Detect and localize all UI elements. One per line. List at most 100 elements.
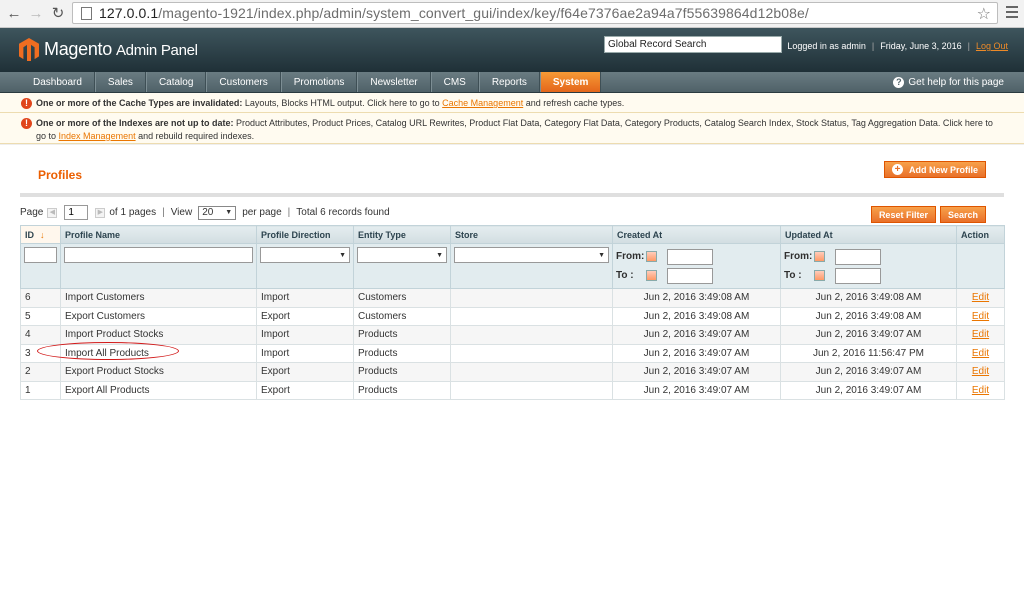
url-text[interactable]: 127.0.0.1/magento-1921/index.php/admin/s… <box>99 5 809 21</box>
total-records: Total 6 records found <box>296 207 390 218</box>
cell-id: 2 <box>20 362 61 382</box>
table-row[interactable]: 4 Import Product Stocks Import Products … <box>20 325 1005 345</box>
view-label: View <box>170 207 193 218</box>
add-new-profile-label: Add New Profile <box>908 164 978 175</box>
bookmark-star-icon[interactable]: ☆ <box>977 4 991 24</box>
reset-filter-button[interactable]: Reset Filter <box>870 206 936 223</box>
magento-logo[interactable]: Magento Admin Panel <box>19 38 198 61</box>
cell-id: 1 <box>20 380 61 400</box>
cell-profile-name: Import Product Stocks <box>60 325 257 345</box>
add-new-profile-button[interactable]: + Add New Profile <box>883 161 986 178</box>
cell-updated-at: Jun 2, 2016 11:56:47 PM <box>780 343 957 363</box>
cell-store <box>450 288 613 308</box>
table-row[interactable]: 3 Import All Products Import Products Ju… <box>20 341 1005 363</box>
page-label: Page <box>20 207 44 218</box>
updated-from-input[interactable] <box>835 248 881 265</box>
nav-sales[interactable]: Sales <box>94 72 146 92</box>
nav-cms[interactable]: CMS <box>430 72 479 92</box>
browser-toolbar: ← → ↻ 127.0.0.1/magento-1921/index.php/a… <box>0 0 1024 28</box>
user-info: Logged in as admin | Friday, June 3, 2016 |… <box>787 41 1008 51</box>
column-header-created-at[interactable]: Created At <box>612 225 781 244</box>
cell-profile-name: Export Customers <box>60 306 257 326</box>
cache-management-link[interactable]: Cache Management <box>442 98 523 108</box>
edit-link[interactable]: Edit <box>972 311 989 322</box>
edit-link[interactable]: Edit <box>972 329 989 340</box>
forward-arrow-icon[interactable]: → <box>28 5 44 23</box>
nav-catalog[interactable]: Catalog <box>145 72 207 92</box>
profile-name-text: Import All Products <box>65 347 149 359</box>
cell-store <box>450 343 613 363</box>
browser-menu-icon[interactable] <box>1006 6 1018 21</box>
cell-store <box>450 306 613 326</box>
column-header-updated-at[interactable]: Updated At <box>780 225 957 244</box>
cell-entity-type: Products <box>353 325 451 345</box>
back-arrow-icon[interactable]: ← <box>6 5 22 23</box>
search-button[interactable]: Search <box>939 206 986 223</box>
cell-entity-type: Customers <box>353 288 451 308</box>
filter-direction-select[interactable]: ▼ <box>260 247 350 263</box>
edit-link[interactable]: Edit <box>972 348 989 359</box>
filter-store-select[interactable]: ▼ <box>454 247 609 263</box>
cell-action: Edit <box>956 380 1005 400</box>
table-row[interactable]: 5 Export Customers Export Customers Jun … <box>20 306 1005 326</box>
help-link[interactable]: ? Get help for this page <box>893 72 1004 93</box>
address-bar[interactable]: 127.0.0.1/magento-1921/index.php/admin/s… <box>72 2 998 24</box>
column-header-profile-direction[interactable]: Profile Direction <box>256 225 354 244</box>
column-header-entity-type[interactable]: Entity Type <box>353 225 451 244</box>
cell-id: 5 <box>20 306 61 326</box>
table-row[interactable]: 1 Export All Products Export Products Ju… <box>20 380 1005 400</box>
chevron-down-icon: ▼ <box>436 251 443 259</box>
cell-created-at: Jun 2, 2016 3:49:07 AM <box>612 380 781 400</box>
page-number-input[interactable] <box>64 205 89 220</box>
filter-entity-type-select[interactable]: ▼ <box>357 247 447 263</box>
cell-store <box>450 325 613 345</box>
column-header-profile-name[interactable]: Profile Name <box>60 225 257 244</box>
calendar-icon[interactable] <box>814 251 825 262</box>
cell-direction: Export <box>256 306 354 326</box>
table-row[interactable]: 6 Import Customers Import Customers Jun … <box>20 288 1005 308</box>
cell-updated-at: Jun 2, 2016 3:49:08 AM <box>780 306 957 326</box>
updated-from-row: From: <box>784 247 953 266</box>
reload-icon[interactable]: ↻ <box>50 5 66 23</box>
nav-newsletter[interactable]: Newsletter <box>357 72 431 92</box>
next-page-icon[interactable]: ▶ <box>95 207 106 218</box>
created-from-input[interactable] <box>667 248 713 265</box>
table-row[interactable]: 2 Export Product Stocks Export Products … <box>20 362 1005 382</box>
logout-link[interactable]: Log Out <box>976 41 1008 51</box>
nav-reports[interactable]: Reports <box>478 72 540 92</box>
updated-to-row: To : <box>784 266 953 285</box>
index-message: ! One or more of the Indexes are not up … <box>0 113 1024 144</box>
prev-page-icon[interactable]: ◀ <box>47 207 58 218</box>
logo-text: Magento Admin Panel <box>44 39 198 60</box>
nav-dashboard[interactable]: Dashboard <box>0 72 95 92</box>
edit-link[interactable]: Edit <box>972 366 989 377</box>
profiles-grid: ID ↓ Profile Name Profile Direction Entit… <box>20 225 1005 400</box>
per-page-select[interactable]: 20 ▼ <box>198 205 237 220</box>
index-management-link[interactable]: Index Management <box>59 131 136 141</box>
page-title: Profiles <box>38 168 83 182</box>
nav-customers[interactable]: Customers <box>206 72 281 92</box>
calendar-icon[interactable] <box>646 251 657 262</box>
created-to-input[interactable] <box>667 267 713 284</box>
calendar-icon[interactable] <box>646 270 657 281</box>
nav-system[interactable]: System <box>539 72 602 92</box>
updated-to-input[interactable] <box>835 267 881 284</box>
to-label: To : <box>616 270 634 281</box>
column-header-id[interactable]: ID ↓ <box>20 225 61 244</box>
cache-message-text: Layouts, Blocks HTML output. Click here … <box>242 98 443 108</box>
cell-created-at: Jun 2, 2016 3:49:07 AM <box>612 343 781 363</box>
edit-link[interactable]: Edit <box>972 292 989 303</box>
cell-updated-at: Jun 2, 2016 3:49:07 AM <box>780 380 957 400</box>
column-header-store[interactable]: Store <box>450 225 613 244</box>
chevron-down-icon: ▼ <box>225 209 233 216</box>
cell-direction: Import <box>256 325 354 345</box>
created-to-row: To : <box>616 266 777 285</box>
global-search-input[interactable] <box>604 36 782 53</box>
edit-link[interactable]: Edit <box>972 385 989 396</box>
filter-id-input[interactable] <box>24 247 57 263</box>
filter-profile-name-input[interactable] <box>64 247 253 263</box>
column-header-action: Action <box>956 225 1005 244</box>
calendar-icon[interactable] <box>814 270 825 281</box>
nav-promotions[interactable]: Promotions <box>280 72 358 92</box>
cell-profile-name: Export Product Stocks <box>60 362 257 382</box>
